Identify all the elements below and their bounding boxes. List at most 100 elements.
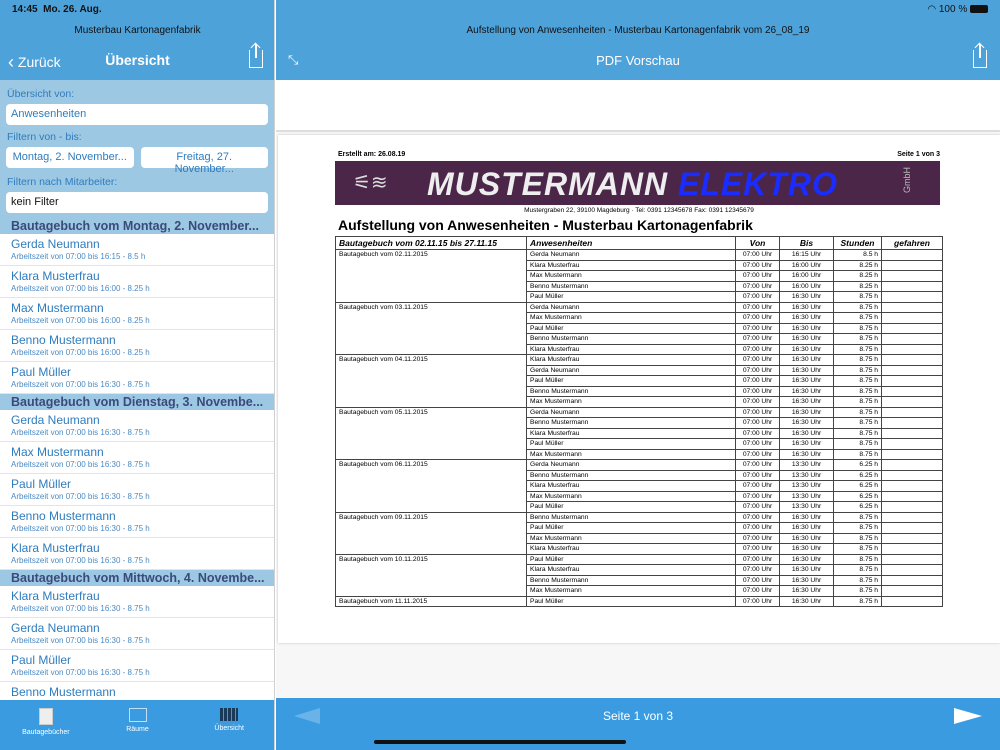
date-cell [335, 491, 527, 502]
date-cell [335, 291, 527, 302]
table-row: Max Mustermann 07:00 Uhr 16:30 Uhr 8.75 h [335, 585, 943, 597]
list-item[interactable]: Paul Müller Arbeitszeit von 07:00 bis 16:… [0, 362, 274, 394]
list-item[interactable]: Max Mustermann Arbeitszeit von 07:00 bis … [0, 298, 274, 330]
employee-name: Max Mustermann [11, 301, 104, 315]
list-item[interactable]: Benno Mustermann Arbeitszeit von 07:00 bi… [0, 506, 274, 538]
table-row: Klara Musterfrau 07:00 Uhr 16:30 Uhr 8.75 h [335, 564, 943, 576]
table-row: Klara Musterfrau 07:00 Uhr 16:30 Uhr 8.75 h [335, 427, 943, 439]
list-item[interactable]: Gerda Neumann Arbeitszeit von 07:00 bis 1… [0, 618, 274, 650]
hours-cell: 8.25 h [833, 259, 882, 271]
driven-cell [881, 396, 943, 408]
to-cell: 13:30 Uhr [779, 480, 834, 492]
battery-percent: 100 % [938, 4, 968, 15]
hours-cell: 6.25 h [833, 490, 882, 502]
to-cell: 16:30 Uhr [779, 427, 834, 439]
from-cell: 07:00 Uhr [735, 480, 780, 492]
book-icon [38, 708, 53, 725]
employee-name: Gerda Neumann [11, 621, 100, 635]
hours-cell: 8.75 h [833, 532, 882, 544]
tab-bautagebuecher[interactable]: Bautagebücher [0, 700, 92, 750]
work-time: Arbeitszeit von 07:00 bis 16:30 - 8.75 h [11, 428, 150, 437]
list-item[interactable]: Max Mustermann Arbeitszeit von 07:00 bis … [0, 442, 274, 474]
attendance-table: Bautagebuch vom 02.11.15 bis 27.11.15 An… [335, 236, 943, 607]
table-row: Klara Musterfrau 07:00 Uhr 13:30 Uhr 6.25 h [335, 480, 943, 492]
employee-cell: Max Mustermann [526, 396, 736, 408]
table-row: Benno Mustermann 07:00 Uhr 16:30 Uhr 8.75 h [335, 333, 943, 345]
section-header: Bautagebuch vom Dienstag, 3. Novembe... [0, 394, 274, 410]
list-item[interactable]: Klara Musterfrau Arbeitszeit von 07:00 bi… [0, 266, 274, 298]
employee-filter-select[interactable]: kein Filter [6, 192, 268, 213]
list-item[interactable]: Paul Müller Arbeitszeit von 07:00 bis 16:… [0, 650, 274, 682]
employee-cell: Benno Mustermann [526, 469, 736, 481]
from-cell: 07:00 Uhr [735, 322, 780, 334]
to-cell: 16:30 Uhr [779, 396, 834, 408]
room-icon [128, 708, 147, 722]
next-page-icon[interactable] [954, 708, 982, 724]
tab-uebersicht[interactable]: Übersicht [183, 700, 274, 750]
employee-name: Gerda Neumann [11, 237, 100, 251]
tab-raeume[interactable]: Räume [92, 700, 184, 750]
table-row: Bautagebuch vom 04.11.2015 Klara Musterfr… [335, 354, 943, 366]
table-row: Gerda Neumann 07:00 Uhr 16:30 Uhr 8.75 h [335, 364, 943, 376]
driven-cell [881, 595, 943, 607]
preview-title: PDF Vorschau [596, 53, 680, 68]
from-cell: 07:00 Uhr [735, 385, 780, 397]
employee-cell: Klara Musterfrau [526, 564, 736, 576]
date-cell: Bautagebuch vom 09.11.2015 [335, 511, 527, 523]
driven-cell [881, 301, 943, 313]
date-cell: Bautagebuch vom 10.11.2015 [335, 553, 527, 565]
work-time: Arbeitszeit von 07:00 bis 16:30 - 8.75 h [11, 668, 150, 677]
attendance-list: Bautagebuch vom Montag, 2. November... Ge… [0, 218, 274, 714]
overview-select[interactable]: Anwesenheiten [6, 104, 268, 125]
date-to-button[interactable]: Freitag, 27. November... [140, 147, 268, 175]
hours-cell: 8.75 h [833, 301, 882, 313]
date-cell [335, 312, 527, 323]
hours-cell: 6.25 h [833, 501, 882, 513]
employee-cell: Max Mustermann [526, 490, 736, 502]
hours-cell: 8.75 h [833, 511, 882, 523]
hours-cell: 8.75 h [833, 438, 882, 450]
from-cell: 07:00 Uhr [735, 259, 780, 271]
sidebar: 14:45 Mo. 26. Aug. Musterbau Kartonagenf… [0, 0, 275, 750]
hours-cell: 8.5 h [833, 249, 882, 261]
from-cell: 07:00 Uhr [735, 585, 780, 597]
date-cell [335, 564, 527, 575]
list-item[interactable]: Paul Müller Arbeitszeit von 07:00 bis 16:… [0, 474, 274, 506]
to-cell: 16:30 Uhr [779, 364, 834, 376]
driven-cell [881, 553, 943, 565]
col-header: Von [735, 236, 780, 250]
employee-cell: Klara Musterfrau [526, 480, 736, 492]
date-cell [335, 533, 527, 544]
date-cell [335, 260, 527, 271]
list-item[interactable]: Gerda Neumann Arbeitszeit von 07:00 bis 1… [0, 410, 274, 442]
list-item[interactable]: Klara Musterfrau Arbeitszeit von 07:00 bi… [0, 538, 274, 570]
wifi-icon: ◠ [927, 4, 937, 15]
work-time: Arbeitszeit von 07:00 bis 16:00 - 8.25 h [11, 348, 150, 357]
date-from-button[interactable]: Montag, 2. November... [6, 147, 134, 168]
employee-name: Klara Musterfrau [11, 589, 100, 603]
back-button[interactable]: ‹ Zurück [8, 52, 61, 73]
hours-cell: 8.75 h [833, 291, 882, 303]
work-time: Arbeitszeit von 07:00 bis 16:30 - 8.75 h [11, 460, 150, 469]
to-cell: 13:30 Uhr [779, 459, 834, 471]
table-row: Max Mustermann 07:00 Uhr 13:30 Uhr 6.25 h [335, 490, 943, 502]
table-row: Benno Mustermann 07:00 Uhr 16:30 Uhr 8.75 h [335, 385, 943, 397]
list-item[interactable]: Gerda Neumann Arbeitszeit von 07:00 bis 1… [0, 234, 274, 266]
from-cell: 07:00 Uhr [735, 427, 780, 439]
date-cell: Bautagebuch vom 06.11.2015 [335, 459, 527, 470]
share-icon[interactable] [249, 44, 263, 68]
table-row: Benno Mustermann 07:00 Uhr 16:00 Uhr 8.25 h [335, 280, 943, 292]
employee-cell: Max Mustermann [526, 312, 736, 324]
driven-cell [881, 438, 943, 450]
from-cell: 07:00 Uhr [735, 522, 780, 534]
driven-cell [881, 259, 943, 271]
status-right: ◠ 100 % [927, 4, 988, 15]
list-item[interactable]: Klara Musterfrau Arbeitszeit von 07:00 bi… [0, 586, 274, 618]
hours-cell: 8.75 h [833, 595, 882, 607]
share-icon[interactable] [973, 44, 987, 68]
page-indicator: Seite 1 von 3 [602, 709, 674, 723]
date-cell [335, 270, 527, 281]
overview-label: Übersicht von: [7, 88, 75, 100]
list-item[interactable]: Benno Mustermann Arbeitszeit von 07:00 bi… [0, 330, 274, 362]
from-cell: 07:00 Uhr [735, 343, 780, 355]
